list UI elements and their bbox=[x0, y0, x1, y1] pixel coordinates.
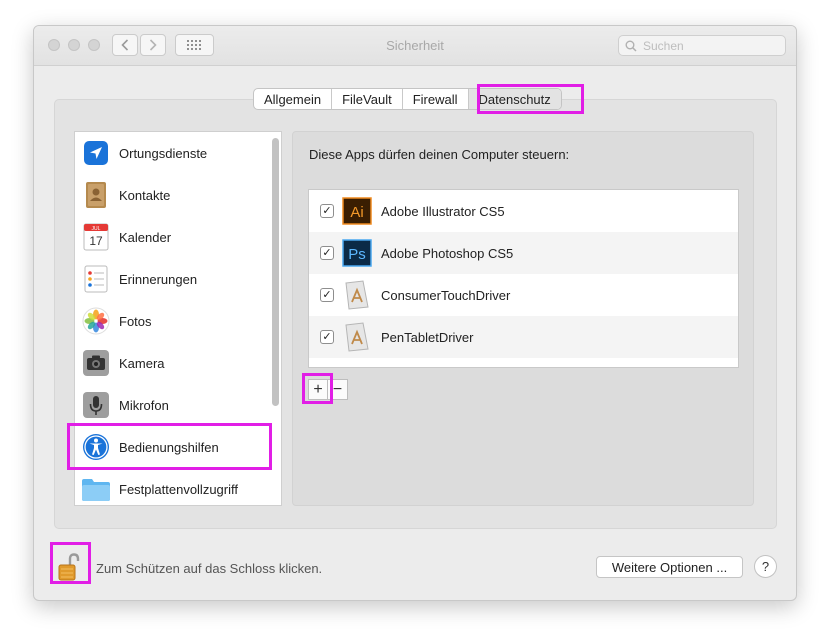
contacts-icon bbox=[81, 180, 111, 210]
tab-bar: Allgemein FileVault Firewall Datenschutz bbox=[253, 88, 562, 110]
list-edit-controls: + − bbox=[308, 379, 348, 400]
tab-allgemein[interactable]: Allgemein bbox=[254, 89, 333, 109]
search-input[interactable] bbox=[641, 37, 771, 54]
sidebar-item-bedienungshilfen[interactable]: Bedienungshilfen bbox=[75, 426, 281, 468]
sidebar-item-mikrofon[interactable]: Mikrofon bbox=[75, 384, 281, 426]
location-icon bbox=[81, 138, 111, 168]
app-generic-icon bbox=[342, 280, 372, 310]
app-checkbox[interactable]: ✓ bbox=[320, 246, 334, 260]
sidebar-item-label: Fotos bbox=[119, 313, 152, 329]
more-options-button[interactable]: Weitere Optionen ... bbox=[596, 556, 743, 578]
sidebar-item-label: Kamera bbox=[119, 355, 165, 371]
help-button[interactable]: ? bbox=[754, 555, 777, 578]
preferences-window: Sicherheit Allgemein FileVault Firewall … bbox=[33, 25, 797, 601]
sidebar-item-erinnerungen[interactable]: Erinnerungen bbox=[75, 258, 281, 300]
sidebar-item-label: Bedienungshilfen bbox=[119, 439, 219, 455]
sidebar-item-festplattenvollzugriff[interactable]: Festplattenvollzugriff bbox=[75, 468, 281, 505]
add-app-button[interactable]: + bbox=[308, 379, 328, 400]
accessibility-permissions-panel: Diese Apps dürfen deinen Computer steuer… bbox=[292, 131, 754, 506]
search-icon bbox=[625, 40, 637, 52]
sidebar-item-label: Kalender bbox=[119, 229, 172, 245]
app-checkbox[interactable]: ✓ bbox=[320, 288, 334, 302]
illustrator-icon: Ai bbox=[342, 196, 372, 226]
accessibility-icon bbox=[81, 432, 111, 462]
photoshop-icon: Ps bbox=[342, 238, 372, 268]
app-checkbox[interactable]: ✓ bbox=[320, 204, 334, 218]
search-field[interactable] bbox=[618, 35, 786, 56]
sidebar-item-ortungsdienste[interactable]: Ortungsdienste bbox=[75, 132, 281, 174]
app-name: PenTabletDriver bbox=[381, 329, 474, 345]
panel-heading: Diese Apps dürfen deinen Computer steuer… bbox=[309, 147, 570, 162]
sidebar-item-kalender[interactable]: JUL 17 Kalender bbox=[75, 216, 281, 258]
tab-datenschutz[interactable]: Datenschutz bbox=[468, 89, 561, 109]
sidebar-item-label: Kontakte bbox=[119, 187, 171, 203]
calendar-month-text: JUL bbox=[92, 226, 101, 232]
app-name: Adobe Photoshop CS5 bbox=[381, 245, 514, 261]
photos-icon bbox=[81, 306, 111, 336]
microphone-icon bbox=[81, 390, 111, 420]
app-row-consumertouchdriver[interactable]: ✓ ConsumerTouchDriver bbox=[309, 274, 738, 316]
sidebar-item-kontakte[interactable]: Kontakte bbox=[75, 174, 281, 216]
app-row-illustrator[interactable]: ✓ Ai Adobe Illustrator CS5 bbox=[309, 190, 738, 232]
photoshop-icon-text: Ps bbox=[348, 246, 366, 263]
sidebar-item-label: Erinnerungen bbox=[119, 271, 198, 287]
privacy-category-list: Ortungsdienste Kontakte JUL 17 Kalender bbox=[74, 131, 282, 506]
sidebar-item-fotos[interactable]: Fotos bbox=[75, 300, 281, 342]
app-list: ✓ Ai Adobe Illustrator CS5 ✓ Ps Adobe Ph… bbox=[308, 189, 739, 368]
sidebar-item-label: Festplattenvollzugriff bbox=[119, 481, 238, 497]
app-checkbox[interactable]: ✓ bbox=[320, 330, 334, 344]
app-row-pentabletdriver[interactable]: ✓ PenTabletDriver bbox=[309, 316, 738, 358]
sidebar-item-label: Mikrofon bbox=[119, 397, 169, 413]
calendar-day-text: 17 bbox=[89, 234, 103, 248]
folder-icon bbox=[81, 474, 111, 504]
app-name: ConsumerTouchDriver bbox=[381, 287, 511, 303]
sidebar-item-label: Ortungsdienste bbox=[119, 145, 208, 161]
camera-icon bbox=[81, 348, 111, 378]
sidebar-item-kamera[interactable]: Kamera bbox=[75, 342, 281, 384]
unlocked-padlock-icon bbox=[58, 553, 80, 581]
lock-button[interactable] bbox=[58, 552, 80, 582]
title-bar: Sicherheit bbox=[34, 26, 796, 66]
app-name: Adobe Illustrator CS5 bbox=[381, 203, 505, 219]
reminders-icon bbox=[81, 264, 111, 294]
remove-app-button[interactable]: − bbox=[328, 379, 348, 400]
tab-filevault[interactable]: FileVault bbox=[332, 89, 403, 109]
sidebar-scrollbar[interactable] bbox=[272, 138, 279, 406]
calendar-icon: JUL 17 bbox=[81, 222, 111, 252]
app-row-photoshop[interactable]: ✓ Ps Adobe Photoshop CS5 bbox=[309, 232, 738, 274]
tab-firewall[interactable]: Firewall bbox=[403, 89, 469, 109]
lock-hint-text: Zum Schützen auf das Schloss klicken. bbox=[96, 561, 323, 576]
app-generic-icon bbox=[342, 322, 372, 352]
illustrator-icon-text: Ai bbox=[350, 204, 363, 221]
